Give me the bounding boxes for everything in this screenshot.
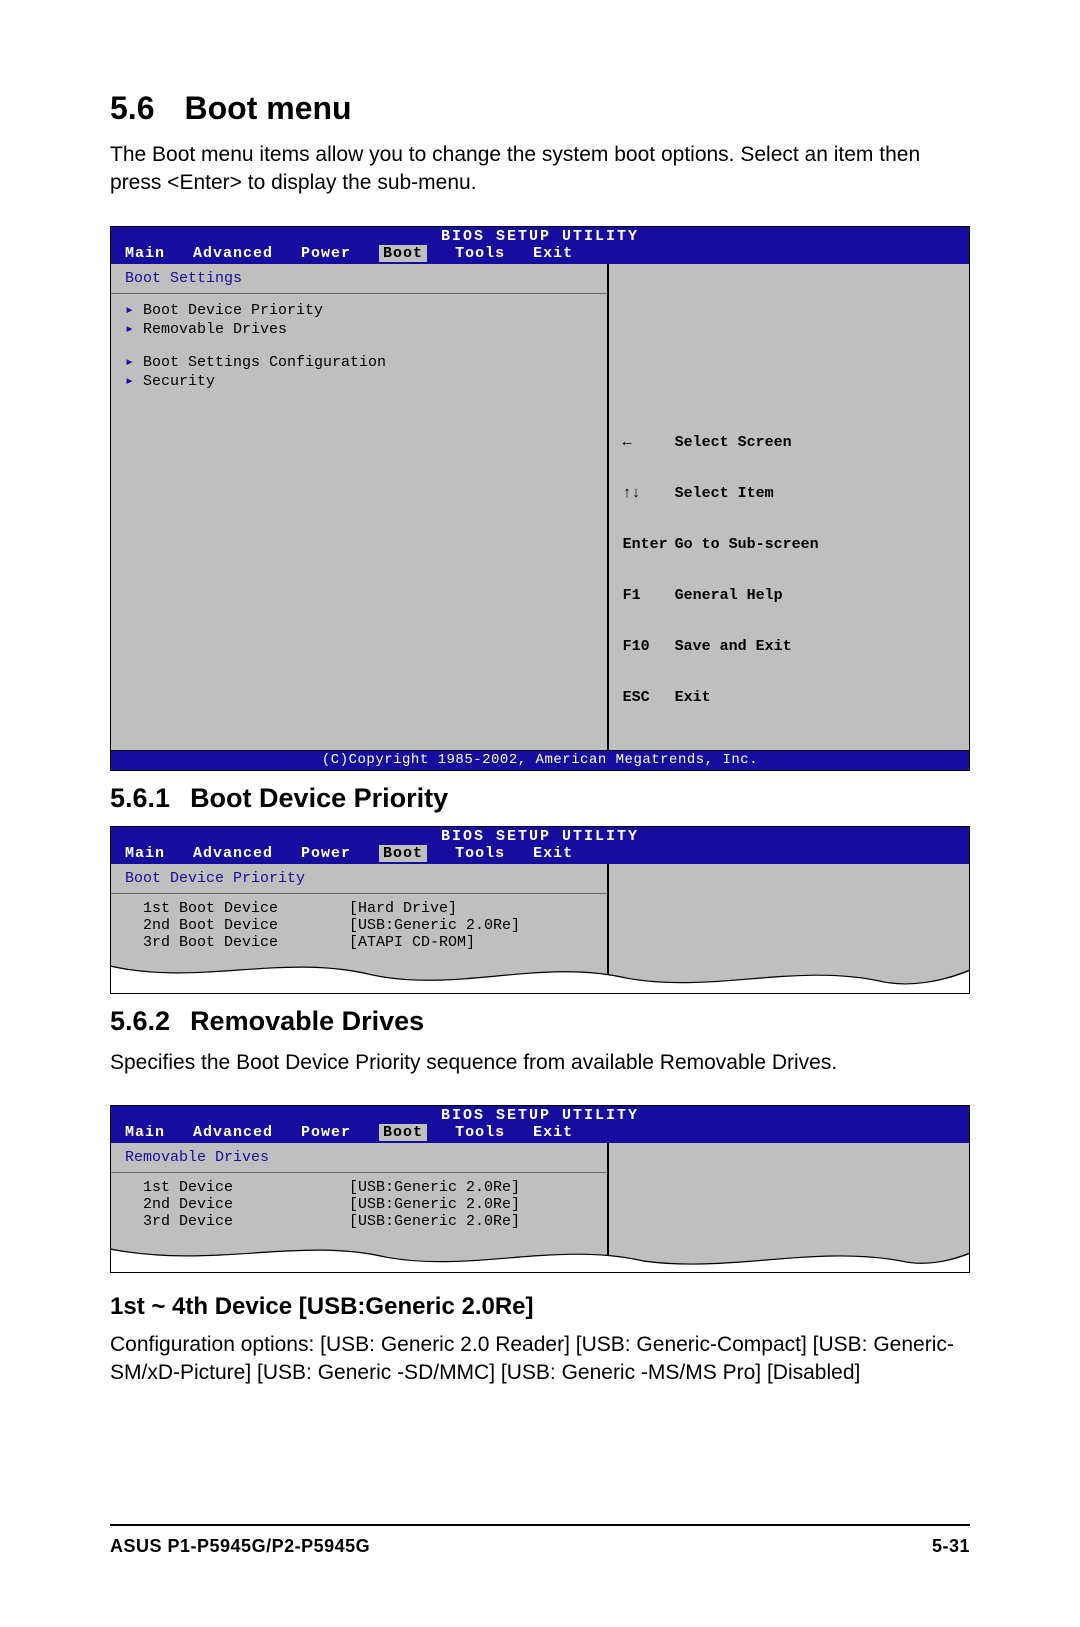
menu-value: [USB:Generic 2.0Re] bbox=[349, 1213, 520, 1230]
help-key: F1 bbox=[623, 587, 675, 604]
torn-edge-icon bbox=[110, 1233, 970, 1273]
help-key: Enter bbox=[623, 536, 675, 553]
divider bbox=[111, 893, 607, 894]
menu-label: 2nd Device bbox=[143, 1196, 343, 1213]
menu-label: Boot Settings Configuration bbox=[143, 354, 386, 371]
tab-main[interactable]: Main bbox=[125, 245, 165, 262]
tab-boot[interactable]: Boot bbox=[379, 1124, 427, 1141]
bios-screenshot-boot-menu: BIOS SETUP UTILITY Main Advanced Power B… bbox=[110, 226, 970, 771]
footer-product: ASUS P1-P5945G/P2-P5945G bbox=[110, 1536, 370, 1557]
help-key: F10 bbox=[623, 638, 675, 655]
menu-value: [USB:Generic 2.0Re] bbox=[349, 917, 520, 934]
chevron-right-icon: ▸ bbox=[125, 300, 137, 319]
sub-subsection-text: Configuration options: [USB: Generic 2.0… bbox=[110, 1331, 970, 1388]
tab-power[interactable]: Power bbox=[301, 245, 351, 262]
subsection-heading: 5.6.1 Boot Device Priority bbox=[110, 783, 970, 814]
tab-exit[interactable]: Exit bbox=[533, 245, 573, 262]
section-title: Boot menu bbox=[184, 90, 351, 126]
bios-title: BIOS SETUP UTILITY bbox=[111, 1106, 969, 1124]
tab-advanced[interactable]: Advanced bbox=[193, 1124, 273, 1141]
help-key: ← bbox=[623, 434, 675, 451]
bios3-heading: Removable Drives bbox=[125, 1149, 593, 1166]
bios-tabs: Main Advanced Power Boot Tools Exit bbox=[111, 845, 969, 864]
bios-screenshot-removable-drives: BIOS SETUP UTILITY Main Advanced Power B… bbox=[110, 1105, 970, 1273]
menu-item[interactable]: ▸ Removable Drives bbox=[125, 319, 593, 338]
tab-tools[interactable]: Tools bbox=[455, 845, 505, 862]
tab-boot[interactable]: Boot bbox=[379, 245, 427, 262]
bios-title: BIOS SETUP UTILITY bbox=[111, 227, 969, 245]
sub-subsection-title: 1st ~ 4th Device [USB:Generic 2.0Re] bbox=[110, 1293, 534, 1320]
menu-item[interactable]: ▸ Boot Device Priority bbox=[125, 300, 593, 319]
menu-item[interactable]: 2nd Device [USB:Generic 2.0Re] bbox=[125, 1196, 593, 1213]
help-text: Select Item bbox=[675, 485, 774, 502]
bios-title: BIOS SETUP UTILITY bbox=[111, 827, 969, 845]
menu-label: 3rd Device bbox=[143, 1213, 343, 1230]
subsection-heading: 5.6.2 Removable Drives bbox=[110, 1006, 970, 1037]
tab-exit[interactable]: Exit bbox=[533, 1124, 573, 1141]
tab-tools[interactable]: Tools bbox=[455, 245, 505, 262]
chevron-right-icon: ▸ bbox=[125, 319, 137, 338]
help-block: ←Select Screen ↑↓Select Item EnterGo to … bbox=[623, 400, 955, 740]
section-number: 5.6 bbox=[110, 90, 154, 127]
menu-label: 1st Boot Device bbox=[143, 900, 343, 917]
tab-advanced[interactable]: Advanced bbox=[193, 245, 273, 262]
menu-label: Boot Device Priority bbox=[143, 302, 323, 319]
bios-tabs: Main Advanced Power Boot Tools Exit bbox=[111, 245, 969, 264]
subsection-number: 5.6.2 bbox=[110, 1006, 170, 1037]
menu-item[interactable]: ▸ Security bbox=[125, 371, 593, 390]
menu-item[interactable]: 2nd Boot Device [USB:Generic 2.0Re] bbox=[125, 917, 593, 934]
tab-exit[interactable]: Exit bbox=[533, 845, 573, 862]
section-heading: 5.6 Boot menu bbox=[110, 90, 970, 127]
subsection-title: Boot Device Priority bbox=[190, 783, 448, 813]
tab-boot[interactable]: Boot bbox=[379, 845, 427, 862]
menu-item[interactable]: 3rd Device [USB:Generic 2.0Re] bbox=[125, 1213, 593, 1230]
bios-screenshot-boot-priority: BIOS SETUP UTILITY Main Advanced Power B… bbox=[110, 826, 970, 994]
subsection-number: 5.6.1 bbox=[110, 783, 170, 814]
subsection-text: Specifies the Boot Device Priority seque… bbox=[110, 1049, 970, 1077]
torn-edge-icon bbox=[110, 954, 970, 994]
help-text: Exit bbox=[675, 689, 711, 706]
chevron-right-icon: ▸ bbox=[125, 371, 137, 390]
bios-copyright: (C)Copyright 1985-2002, American Megatre… bbox=[111, 751, 969, 770]
page-footer: ASUS P1-P5945G/P2-P5945G 5-31 bbox=[110, 1524, 970, 1557]
menu-item[interactable]: ▸ Boot Settings Configuration bbox=[125, 352, 593, 371]
chevron-right-icon: ▸ bbox=[125, 352, 137, 371]
menu-label: 1st Device bbox=[143, 1179, 343, 1196]
tab-power[interactable]: Power bbox=[301, 845, 351, 862]
menu-value: [USB:Generic 2.0Re] bbox=[349, 1179, 520, 1196]
help-text: Save and Exit bbox=[675, 638, 792, 655]
menu-item[interactable]: 1st Device [USB:Generic 2.0Re] bbox=[125, 1179, 593, 1196]
tab-main[interactable]: Main bbox=[125, 1124, 165, 1141]
menu-item[interactable]: 3rd Boot Device [ATAPI CD-ROM] bbox=[125, 934, 593, 951]
intro-text: The Boot menu items allow you to change … bbox=[110, 141, 970, 198]
menu-label: Security bbox=[143, 373, 215, 390]
tab-advanced[interactable]: Advanced bbox=[193, 845, 273, 862]
bios1-heading: Boot Settings bbox=[125, 270, 593, 287]
divider bbox=[111, 1172, 607, 1173]
divider bbox=[111, 293, 607, 294]
tab-main[interactable]: Main bbox=[125, 845, 165, 862]
tab-power[interactable]: Power bbox=[301, 1124, 351, 1141]
sub-subsection-heading: 1st ~ 4th Device [USB:Generic 2.0Re] bbox=[110, 1293, 970, 1321]
help-text: Go to Sub-screen bbox=[675, 536, 819, 553]
help-key: ↑↓ bbox=[623, 485, 675, 502]
menu-value: [Hard Drive] bbox=[349, 900, 457, 917]
help-key: ESC bbox=[623, 689, 675, 706]
footer-page-number: 5-31 bbox=[932, 1536, 970, 1557]
bios2-heading: Boot Device Priority bbox=[125, 870, 593, 887]
bios-tabs: Main Advanced Power Boot Tools Exit bbox=[111, 1124, 969, 1143]
help-text: Select Screen bbox=[675, 434, 792, 451]
tab-tools[interactable]: Tools bbox=[455, 1124, 505, 1141]
menu-value: [USB:Generic 2.0Re] bbox=[349, 1196, 520, 1213]
menu-label: 3rd Boot Device bbox=[143, 934, 343, 951]
menu-label: Removable Drives bbox=[143, 321, 287, 338]
menu-value: [ATAPI CD-ROM] bbox=[349, 934, 475, 951]
help-text: General Help bbox=[675, 587, 783, 604]
menu-item[interactable]: 1st Boot Device [Hard Drive] bbox=[125, 900, 593, 917]
subsection-title: Removable Drives bbox=[190, 1006, 424, 1036]
menu-label: 2nd Boot Device bbox=[143, 917, 343, 934]
